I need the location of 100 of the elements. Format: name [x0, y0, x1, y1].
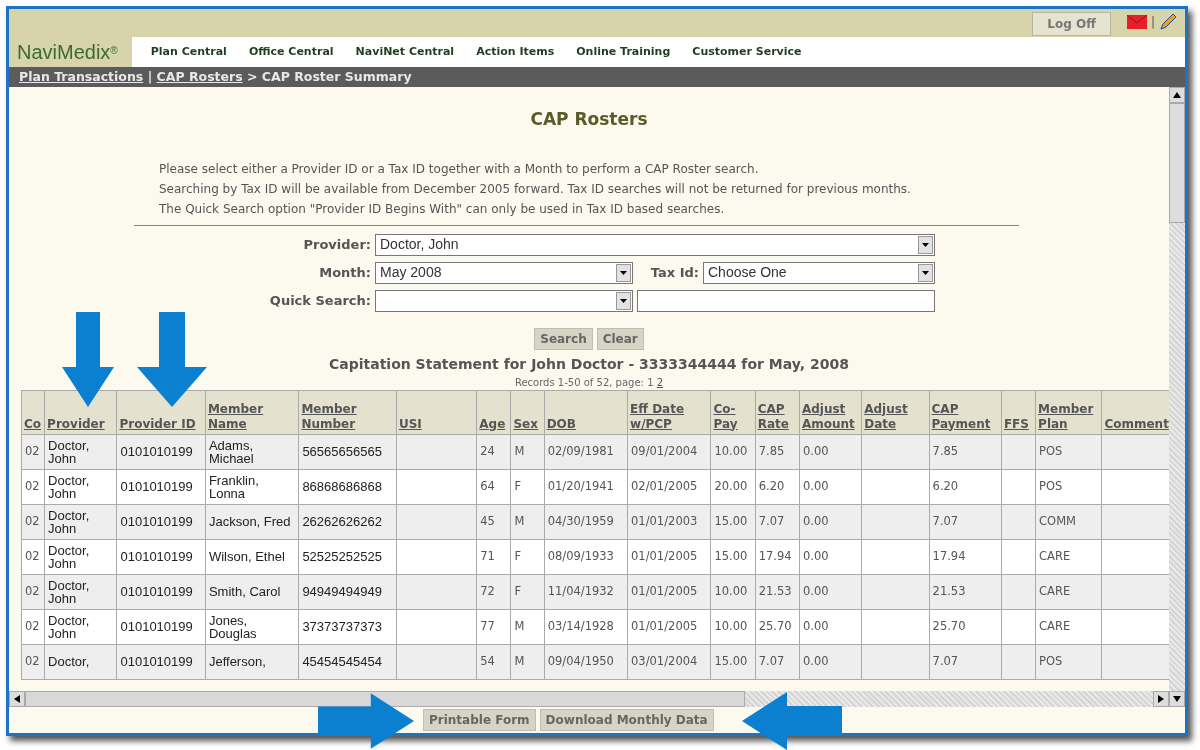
- field-label: Quick Search:: [268, 291, 371, 310]
- table-cell: 10.00: [714, 444, 748, 458]
- table-cell: 0.00: [802, 444, 829, 458]
- table-cell: 0101010199: [120, 444, 193, 459]
- table-cell: 7.07: [932, 654, 959, 668]
- nav-link[interactable]: Plan Central: [139, 43, 238, 61]
- scroll-left-icon[interactable]: [14, 695, 20, 703]
- table-cell: 7.85: [932, 444, 959, 458]
- vertical-scrollbar[interactable]: [1169, 87, 1185, 707]
- table-cell: 02: [25, 654, 40, 668]
- caret-icon: [922, 270, 929, 275]
- field-label: Provider:: [302, 235, 371, 254]
- table-cell: CARE: [1039, 619, 1071, 633]
- table-cell: 0101010199: [120, 514, 193, 529]
- table-cell: 02: [25, 584, 40, 598]
- table-cell: Doctor, John: [48, 437, 90, 466]
- table-cell: 45: [480, 514, 495, 528]
- caret-icon: [922, 242, 929, 247]
- table-cell: 25.70: [758, 619, 792, 633]
- table-cell: M: [514, 619, 525, 633]
- table-cell: 0.00: [802, 514, 829, 528]
- breadcrumb-current: CAP Roster Summary: [261, 69, 412, 84]
- quick-search-field[interactable]: [637, 289, 935, 312]
- scroll-down-icon[interactable]: [1173, 696, 1181, 702]
- table-cell: 02: [25, 619, 40, 633]
- search-button[interactable]: Search: [534, 327, 593, 350]
- table-cell: Doctor, John: [48, 472, 90, 501]
- table-cell: 17.94: [932, 549, 966, 563]
- table-cell: 17.94: [758, 549, 792, 563]
- table-cell: 54: [480, 654, 495, 668]
- table-cell: 15.00: [714, 654, 748, 668]
- provider-select[interactable]: Doctor, John: [375, 233, 935, 256]
- table-cell: CARE: [1039, 549, 1071, 563]
- table-cell: 72: [480, 584, 495, 598]
- table-cell: 01/01/2005: [631, 584, 698, 598]
- log-off-button[interactable]: Log Off: [1032, 12, 1111, 36]
- pencil-icon[interactable]: [1159, 13, 1177, 31]
- table-cell: 21.53: [932, 584, 966, 598]
- table-cell: Doctor, John: [48, 612, 90, 641]
- table-cell: 20.00: [714, 479, 748, 493]
- nav-link[interactable]: Customer Service: [681, 43, 813, 61]
- table-cell: Doctor, John: [48, 577, 90, 606]
- table-cell: COMM: [1039, 514, 1077, 528]
- quick-search-select[interactable]: [375, 289, 633, 312]
- download-button[interactable]: Download Monthly Data: [539, 709, 714, 731]
- table-cell: 02: [25, 444, 40, 458]
- tax-id-select[interactable]: Choose One: [703, 261, 935, 284]
- table-cell: Doctor, John: [48, 542, 90, 571]
- separator: |: [1150, 14, 1155, 31]
- caret-icon: [620, 270, 627, 275]
- table-cell: 0.00: [802, 584, 829, 598]
- page-number: 1: [647, 376, 654, 388]
- table-cell: 02: [25, 549, 40, 563]
- records-text: Records 1-50 of 52, page:: [514, 376, 644, 388]
- table-cell: 0.00: [802, 479, 829, 493]
- table-cell: 01/01/2005: [631, 619, 698, 633]
- table-cell: 09/01/2004: [631, 444, 698, 458]
- page-link[interactable]: 2: [656, 376, 664, 388]
- breadcrumb-link[interactable]: CAP Rosters: [156, 69, 243, 84]
- nav-link[interactable]: NaviNet Central: [344, 43, 466, 61]
- table-cell: F: [514, 584, 522, 598]
- table-cell: Jones, Douglas: [208, 612, 257, 641]
- scroll-right-icon[interactable]: [1158, 695, 1164, 703]
- scroll-thumb[interactable]: [25, 691, 745, 707]
- table-cell: 02/01/2005: [631, 479, 698, 493]
- table-cell: 6.20: [758, 479, 785, 493]
- printable-form-button[interactable]: Printable Form: [423, 709, 536, 731]
- table-cell: 0101010199: [120, 619, 193, 634]
- scroll-up-icon[interactable]: [1173, 92, 1181, 98]
- table-cell: M: [514, 654, 525, 668]
- table-cell: 94949494949: [302, 584, 382, 599]
- table-cell: 15.00: [714, 549, 748, 563]
- nav-link[interactable]: Office Central: [237, 43, 345, 61]
- table-cell: 08/09/1933: [547, 549, 614, 563]
- caret-icon: [620, 298, 627, 303]
- mail-icon[interactable]: [1126, 15, 1147, 29]
- horizontal-scrollbar[interactable]: [9, 691, 1169, 707]
- table-cell: 01/20/1941: [547, 479, 614, 493]
- table-cell: 02: [25, 479, 40, 493]
- table-cell: 37373737373: [302, 619, 382, 634]
- table-cell: 15.00: [714, 514, 748, 528]
- clear-button[interactable]: Clear: [596, 327, 644, 350]
- table-cell: 02: [25, 514, 40, 528]
- table-cell: 56565656565: [302, 444, 382, 459]
- month-select[interactable]: May 2008: [375, 261, 633, 284]
- table-cell: 7.85: [758, 444, 785, 458]
- field-label: Tax Id:: [649, 263, 699, 282]
- table-cell: 24: [480, 444, 495, 458]
- nav-link[interactable]: Action Items: [465, 43, 566, 61]
- table-cell: Jefferson,: [208, 654, 266, 669]
- table-cell: F: [514, 479, 522, 493]
- table-cell: 0101010199: [120, 584, 193, 599]
- logo: NaviMedix$^{®}$: [9, 37, 132, 67]
- breadcrumb-link[interactable]: Plan Transactions: [19, 69, 144, 84]
- scroll-thumb[interactable]: [1169, 103, 1185, 223]
- table-cell: 7.07: [758, 654, 785, 668]
- nav-link[interactable]: Online Training: [565, 43, 682, 61]
- table-cell: 52525252525: [302, 549, 382, 564]
- table-cell: M: [514, 444, 525, 458]
- table-cell: 0101010199: [120, 479, 193, 494]
